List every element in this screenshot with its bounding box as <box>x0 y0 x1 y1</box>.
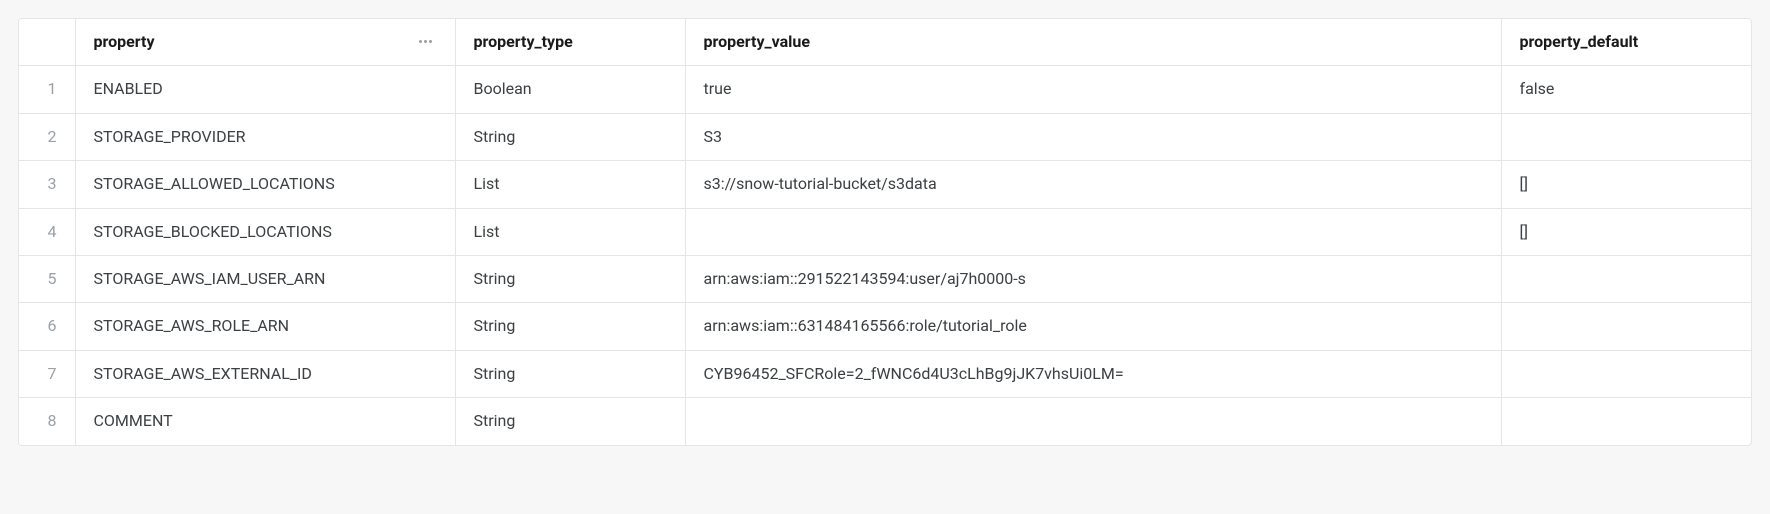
cell-property-type[interactable]: String <box>455 350 685 397</box>
row-number-header <box>19 19 75 66</box>
column-header-label: property_value <box>704 32 811 51</box>
more-options-icon[interactable] <box>414 32 437 52</box>
cell-property-value[interactable] <box>685 208 1501 255</box>
cell-property[interactable]: STORAGE_ALLOWED_LOCATIONS <box>75 161 455 208</box>
table-row[interactable]: 3STORAGE_ALLOWED_LOCATIONSLists3://snow-… <box>19 161 1751 208</box>
table-row[interactable]: 6STORAGE_AWS_ROLE_ARNStringarn:aws:iam::… <box>19 303 1751 350</box>
column-header-label: property_type <box>474 32 573 51</box>
cell-property-default[interactable]: [] <box>1501 161 1751 208</box>
table-row[interactable]: 5STORAGE_AWS_IAM_USER_ARNStringarn:aws:i… <box>19 255 1751 302</box>
cell-property-default[interactable]: false <box>1501 66 1751 113</box>
row-number: 5 <box>19 255 75 302</box>
cell-property-value[interactable]: true <box>685 66 1501 113</box>
cell-property-value[interactable] <box>685 398 1501 445</box>
row-number: 8 <box>19 398 75 445</box>
row-number: 3 <box>19 161 75 208</box>
column-header-property-type[interactable]: property_type <box>455 19 685 66</box>
cell-property-value[interactable]: arn:aws:iam::291522143594:user/aj7h0000-… <box>685 255 1501 302</box>
cell-property[interactable]: STORAGE_AWS_EXTERNAL_ID <box>75 350 455 397</box>
cell-property[interactable]: STORAGE_AWS_IAM_USER_ARN <box>75 255 455 302</box>
column-header-label: property_default <box>1520 32 1639 51</box>
row-number: 6 <box>19 303 75 350</box>
cell-property[interactable]: ENABLED <box>75 66 455 113</box>
cell-property[interactable]: STORAGE_AWS_ROLE_ARN <box>75 303 455 350</box>
cell-property-type[interactable]: String <box>455 398 685 445</box>
cell-property-value[interactable]: arn:aws:iam::631484165566:role/tutorial_… <box>685 303 1501 350</box>
cell-property[interactable]: STORAGE_PROVIDER <box>75 113 455 160</box>
cell-property-value[interactable]: CYB96452_SFCRole=2_fWNC6d4U3cLhBg9jJK7vh… <box>685 350 1501 397</box>
table-row[interactable]: 7STORAGE_AWS_EXTERNAL_IDStringCYB96452_S… <box>19 350 1751 397</box>
cell-property-value[interactable]: S3 <box>685 113 1501 160</box>
cell-property-default[interactable] <box>1501 255 1751 302</box>
column-header-label: property <box>94 31 155 53</box>
row-number: 1 <box>19 66 75 113</box>
cell-property-default[interactable] <box>1501 113 1751 160</box>
cell-property-type[interactable]: String <box>455 255 685 302</box>
cell-property-type[interactable]: Boolean <box>455 66 685 113</box>
cell-property-default[interactable]: [] <box>1501 208 1751 255</box>
table-row[interactable]: 4STORAGE_BLOCKED_LOCATIONSList [] <box>19 208 1751 255</box>
table-row[interactable]: 8COMMENTString <box>19 398 1751 445</box>
cell-property-type[interactable]: String <box>455 303 685 350</box>
cell-property-default[interactable] <box>1501 350 1751 397</box>
column-header-property-default[interactable]: property_default <box>1501 19 1751 66</box>
cell-property-default[interactable] <box>1501 398 1751 445</box>
column-header-property-value[interactable]: property_value <box>685 19 1501 66</box>
results-table-container: property property_type property_value pr… <box>18 18 1752 446</box>
row-number: 7 <box>19 350 75 397</box>
table-row[interactable]: 1ENABLEDBooleantruefalse <box>19 66 1751 113</box>
column-header-property[interactable]: property <box>75 19 455 66</box>
cell-property-type[interactable]: String <box>455 113 685 160</box>
row-number: 4 <box>19 208 75 255</box>
cell-property[interactable]: COMMENT <box>75 398 455 445</box>
cell-property-type[interactable]: List <box>455 208 685 255</box>
results-table: property property_type property_value pr… <box>19 19 1751 445</box>
row-number: 2 <box>19 113 75 160</box>
table-header-row: property property_type property_value pr… <box>19 19 1751 66</box>
cell-property-default[interactable] <box>1501 303 1751 350</box>
cell-property-value[interactable]: s3://snow-tutorial-bucket/s3data <box>685 161 1501 208</box>
table-row[interactable]: 2STORAGE_PROVIDERStringS3 <box>19 113 1751 160</box>
cell-property-type[interactable]: List <box>455 161 685 208</box>
cell-property[interactable]: STORAGE_BLOCKED_LOCATIONS <box>75 208 455 255</box>
